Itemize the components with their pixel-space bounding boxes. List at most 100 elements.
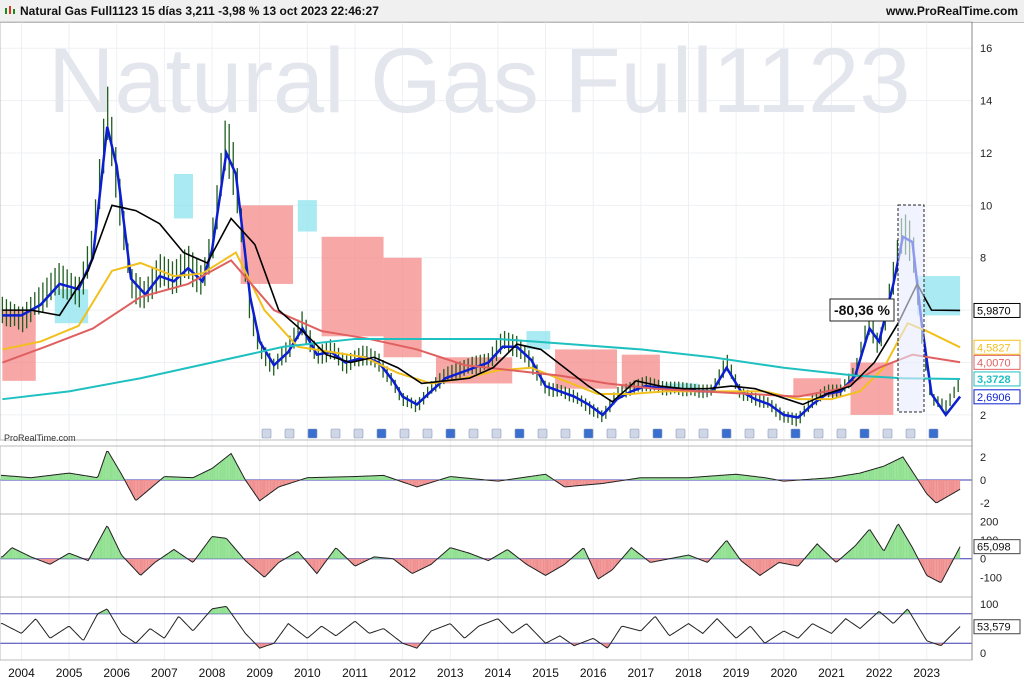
oscillator-fill bbox=[556, 558, 559, 569]
overbought-fill bbox=[213, 608, 216, 614]
oscillator-fill bbox=[143, 480, 146, 494]
oscillator-fill bbox=[752, 558, 755, 571]
oscillator-fill bbox=[141, 558, 143, 576]
x-tick-label: 2023 bbox=[913, 666, 940, 680]
oscillator-fill bbox=[365, 476, 367, 480]
oscillator-fill bbox=[565, 480, 567, 487]
oscillator-fill bbox=[209, 537, 212, 559]
event-icon bbox=[583, 428, 594, 439]
oscillator-fill bbox=[732, 474, 735, 480]
oscillator-fill bbox=[109, 454, 112, 480]
oscillator-fill bbox=[950, 480, 952, 496]
oscillator-fill bbox=[143, 558, 146, 573]
oscillator-fill bbox=[935, 480, 938, 503]
oscillator-fill bbox=[414, 558, 416, 573]
oscillator-fill bbox=[852, 546, 855, 559]
oscillator-fill bbox=[414, 480, 416, 487]
oscillator-fill bbox=[273, 480, 276, 491]
oscillator-fill bbox=[221, 460, 223, 480]
oscillator-fill bbox=[208, 539, 210, 559]
oscillator-fill bbox=[60, 473, 63, 480]
oscillator-fill bbox=[934, 480, 936, 503]
oscillator-fill bbox=[142, 480, 144, 496]
bear-cloud bbox=[321, 236, 384, 337]
y-tick-label: 10 bbox=[980, 200, 992, 212]
price-value-label: 2,6906 bbox=[977, 392, 1011, 404]
oscillator-fill bbox=[405, 558, 407, 570]
oscillator-fill bbox=[947, 480, 949, 497]
oscillator-fill bbox=[599, 558, 602, 578]
oscillator-fill bbox=[757, 558, 759, 575]
x-tick-label: 2006 bbox=[103, 666, 130, 680]
event-icon bbox=[698, 428, 709, 439]
oscillator-fill bbox=[73, 473, 76, 480]
oscillator-fill bbox=[937, 558, 939, 582]
x-tick-label: 2021 bbox=[818, 666, 845, 680]
oscillator-fill bbox=[231, 543, 233, 559]
oscillator-fill bbox=[597, 558, 599, 579]
oscillator-tick-label: 0 bbox=[980, 475, 986, 487]
oscillator-fill bbox=[607, 558, 609, 574]
oscillator-fill bbox=[209, 468, 212, 480]
oscillator-fill bbox=[258, 480, 260, 501]
oscillator-fill bbox=[768, 558, 770, 570]
oscillator-fill bbox=[46, 475, 49, 480]
oscillator-fill bbox=[70, 473, 73, 480]
oscillator-fill bbox=[874, 536, 876, 559]
oscillator-fill bbox=[221, 537, 223, 559]
event-icon bbox=[284, 428, 295, 439]
event-icon bbox=[376, 428, 387, 439]
oscillator-fill bbox=[945, 480, 948, 498]
oscillator-fill bbox=[361, 476, 363, 480]
oscillator-fill bbox=[848, 474, 851, 480]
oscillator-fill bbox=[232, 456, 234, 480]
oscillator-fill bbox=[265, 558, 267, 577]
oscillator-fill bbox=[738, 474, 740, 480]
oscillator-fill bbox=[416, 480, 419, 487]
oscillator-fill bbox=[261, 558, 263, 576]
oscillator-fill bbox=[598, 558, 600, 579]
oscillator-fill bbox=[141, 480, 143, 497]
panel-frame bbox=[0, 596, 973, 661]
oscillator-fill bbox=[902, 531, 905, 559]
oscillator-fill bbox=[875, 538, 878, 559]
oscillator-fill bbox=[212, 536, 214, 559]
oscillator-fill bbox=[871, 532, 873, 559]
oscillator-fill bbox=[261, 480, 263, 500]
oscillator-fill bbox=[408, 558, 410, 572]
oscillator-fill bbox=[50, 475, 53, 480]
oscillator-fill bbox=[742, 475, 745, 480]
oscillator-fill bbox=[68, 473, 70, 480]
oscillator-fill bbox=[108, 451, 110, 480]
oscillator-fill bbox=[898, 524, 901, 559]
oscillator-fill bbox=[13, 548, 16, 559]
oscillator-fill bbox=[228, 454, 230, 480]
oscillator-fill bbox=[574, 480, 576, 487]
oscillator-fill bbox=[108, 527, 110, 559]
oscillator-fill bbox=[466, 552, 469, 559]
oscillator-fill bbox=[375, 475, 377, 480]
oscillator-fill bbox=[539, 474, 542, 480]
oscillator-fill bbox=[791, 558, 793, 566]
oscillator-fill bbox=[65, 473, 67, 480]
oscillator-fill bbox=[952, 480, 955, 494]
event-icon bbox=[721, 428, 732, 439]
oscillator-fill bbox=[206, 470, 209, 480]
oscillator-fill bbox=[868, 470, 871, 480]
oscillator-fill bbox=[938, 558, 941, 583]
oscillator-fill bbox=[715, 475, 718, 480]
oscillator-tick-label: -100 bbox=[980, 572, 1002, 584]
oscillator-fill bbox=[215, 536, 217, 559]
event-icon bbox=[790, 428, 801, 439]
oscillator-fill bbox=[958, 480, 961, 491]
oscillator-fill bbox=[585, 480, 588, 486]
oscillator-fill bbox=[16, 549, 19, 559]
oscillator-fill bbox=[721, 475, 723, 480]
x-tick-label: 2018 bbox=[675, 666, 702, 680]
oscillator-fill bbox=[611, 558, 613, 571]
oscillator-fill bbox=[589, 480, 592, 485]
oscillator-fill bbox=[571, 480, 573, 487]
oscillator-fill bbox=[142, 558, 144, 574]
oscillator-fill bbox=[851, 474, 853, 480]
event-icon bbox=[468, 428, 479, 439]
